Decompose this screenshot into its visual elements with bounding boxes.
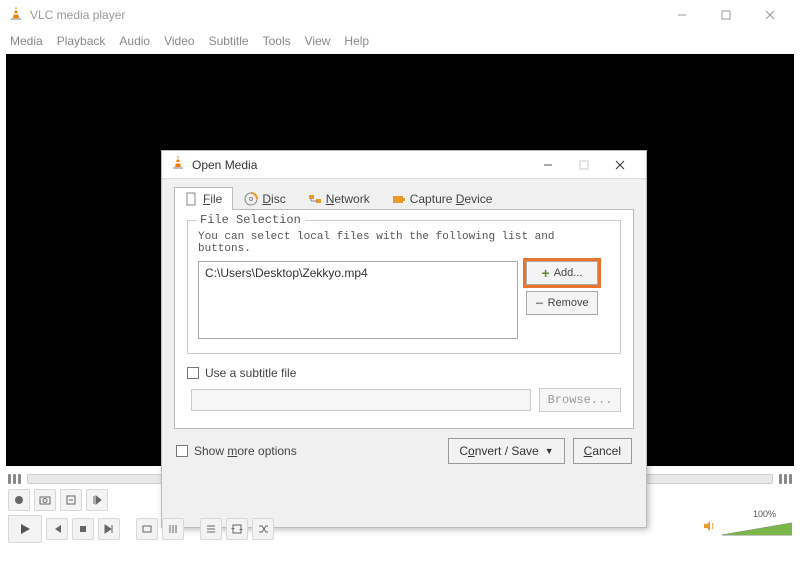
menu-subtitle[interactable]: Subtitle <box>209 34 249 48</box>
seek-end-ticks <box>779 474 792 484</box>
stop-button[interactable] <box>72 518 94 540</box>
open-media-dialog: Open Media File Disc Network Capture Dev… <box>161 150 647 528</box>
shuffle-button[interactable] <box>252 518 274 540</box>
remove-file-button[interactable]: −Remove <box>526 291 598 315</box>
dialog-tabs: File Disc Network Capture Device <box>174 187 634 210</box>
use-subtitle-label: Use a subtitle file <box>205 366 296 380</box>
player-controls: 100% <box>0 488 800 544</box>
file-icon <box>185 192 199 206</box>
disc-icon <box>244 192 258 206</box>
network-icon <box>308 192 322 206</box>
volume-slider[interactable] <box>722 521 792 537</box>
file-tab-panel: File Selection You can select local file… <box>174 209 634 429</box>
next-button[interactable] <box>98 518 120 540</box>
browse-subtitle-button: Browse... <box>539 388 621 412</box>
tab-file[interactable]: File <box>174 187 233 210</box>
file-selection-group: File Selection You can select local file… <box>187 220 621 354</box>
vlc-cone-icon <box>8 5 24 26</box>
menu-media[interactable]: Media <box>10 34 43 48</box>
add-file-button[interactable]: +Add... <box>526 261 598 285</box>
plus-icon: + <box>542 265 550 281</box>
menu-tools[interactable]: Tools <box>263 34 291 48</box>
capture-icon <box>392 192 406 206</box>
loop-button[interactable] <box>226 518 248 540</box>
video-canvas: Open Media File Disc Network Capture Dev… <box>6 54 794 466</box>
show-more-options-checkbox-row[interactable]: Show more options <box>176 444 440 458</box>
use-subtitle-checkbox[interactable] <box>187 367 199 379</box>
extended-settings-button[interactable] <box>162 518 184 540</box>
dialog-title: Open Media <box>192 158 530 172</box>
dialog-bottom-bar: Show more options Convert / Save ▼ Cance… <box>162 438 646 474</box>
snapshot-button[interactable] <box>34 489 56 511</box>
record-button[interactable] <box>8 489 30 511</box>
file-list[interactable]: C:\Users\Desktop\Zekkyo.mp4 <box>198 261 518 339</box>
show-more-options-label: Show more options <box>194 444 297 458</box>
convert-save-button[interactable]: Convert / Save ▼ <box>448 438 564 464</box>
menu-playback[interactable]: Playback <box>57 34 106 48</box>
tab-disc[interactable]: Disc <box>233 187 296 210</box>
file-list-item[interactable]: C:\Users\Desktop\Zekkyo.mp4 <box>205 266 511 280</box>
vlc-cone-icon <box>170 154 186 175</box>
subtitle-path-input <box>191 389 531 411</box>
speaker-icon[interactable] <box>702 519 716 538</box>
use-subtitle-checkbox-row[interactable]: Use a subtitle file <box>187 366 621 380</box>
minimize-button[interactable] <box>660 0 704 30</box>
file-selection-legend: File Selection <box>196 213 305 227</box>
tab-capture-device[interactable]: Capture Device <box>381 187 504 210</box>
loop-a-button[interactable] <box>60 489 82 511</box>
menu-view[interactable]: View <box>305 34 331 48</box>
menu-audio[interactable]: Audio <box>119 34 150 48</box>
file-selection-help: You can select local files with the foll… <box>198 231 610 255</box>
tab-network[interactable]: Network <box>297 187 381 210</box>
playlist-button[interactable] <box>200 518 222 540</box>
fullscreen-button[interactable] <box>136 518 158 540</box>
volume-control[interactable]: 100% <box>702 519 792 538</box>
frame-step-button[interactable] <box>86 489 108 511</box>
volume-label: 100% <box>753 509 776 519</box>
play-button[interactable] <box>8 515 42 543</box>
dialog-titlebar: Open Media <box>162 151 646 179</box>
menu-help[interactable]: Help <box>344 34 369 48</box>
close-button[interactable] <box>748 0 792 30</box>
main-menubar: Media Playback Audio Video Subtitle Tool… <box>0 30 800 52</box>
cancel-button[interactable]: Cancel <box>573 438 632 464</box>
dropdown-arrow-icon: ▼ <box>545 446 554 456</box>
maximize-button[interactable] <box>704 0 748 30</box>
prev-button[interactable] <box>46 518 68 540</box>
dialog-maximize-button[interactable] <box>566 154 602 176</box>
show-more-options-checkbox[interactable] <box>176 445 188 457</box>
dialog-close-button[interactable] <box>602 154 638 176</box>
main-titlebar: VLC media player <box>0 0 800 30</box>
minus-icon: − <box>535 295 543 311</box>
seek-start-ticks <box>8 474 21 484</box>
app-title: VLC media player <box>30 8 660 22</box>
menu-video[interactable]: Video <box>164 34 194 48</box>
dialog-minimize-button[interactable] <box>530 154 566 176</box>
